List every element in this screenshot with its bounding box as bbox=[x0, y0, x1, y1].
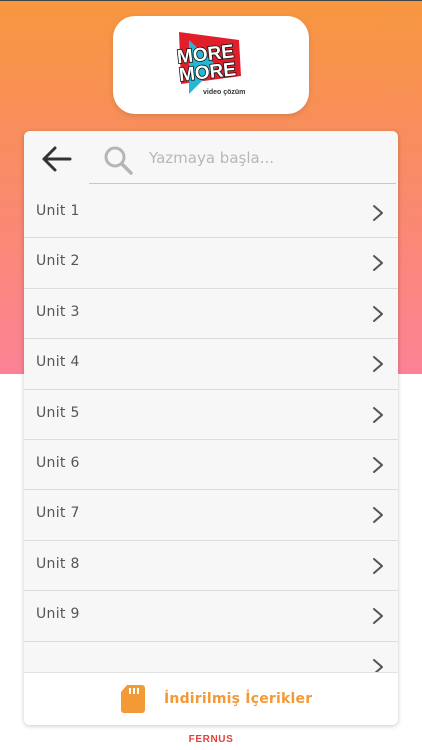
sd-card-icon bbox=[121, 685, 145, 713]
brand-footer-text: FERNUS bbox=[188, 734, 234, 745]
chevron-right-icon bbox=[373, 456, 383, 473]
arrow-left-icon bbox=[42, 146, 72, 172]
search-input[interactable] bbox=[147, 141, 391, 175]
units-panel: Unit 1 Unit 2 Unit 3 Unit 4 Unit 5 Unit … bbox=[24, 131, 398, 725]
search-bar bbox=[24, 131, 398, 187]
list-item-unit-6[interactable]: Unit 6 bbox=[24, 439, 398, 491]
list-item-label: Unit 2 bbox=[36, 253, 80, 270]
chevron-right-icon bbox=[373, 205, 383, 221]
list-item-label: Unit 6 bbox=[36, 454, 80, 471]
list-item-unit-7[interactable]: Unit 7 bbox=[24, 490, 398, 541]
chevron-right-icon bbox=[373, 658, 383, 672]
unit-list: Unit 1 Unit 2 Unit 3 Unit 4 Unit 5 Unit … bbox=[24, 188, 398, 672]
list-item-unit-4[interactable]: Unit 4 bbox=[24, 339, 398, 390]
list-item-label: Unit 5 bbox=[36, 404, 80, 421]
chevron-right-icon bbox=[373, 557, 383, 574]
more-and-more-logo: MORE MORE video çözüm bbox=[175, 32, 245, 96]
chevron-right-icon bbox=[373, 406, 383, 423]
downloads-footer: İndirilmiş İçerikler bbox=[24, 672, 398, 725]
list-item-label: Unit 8 bbox=[36, 555, 80, 572]
list-item-label: Unit 7 bbox=[36, 505, 80, 522]
chevron-right-icon bbox=[373, 507, 383, 524]
chevron-right-icon bbox=[373, 608, 383, 625]
list-item-unit-5[interactable]: Unit 5 bbox=[24, 389, 398, 440]
list-item-unit-9[interactable]: Unit 9 bbox=[24, 591, 398, 642]
logo-card: MORE MORE video çözüm bbox=[113, 16, 309, 114]
list-item-label: Unit 1 bbox=[36, 203, 80, 219]
search-field bbox=[89, 131, 396, 184]
list-item-label: Unit 4 bbox=[36, 354, 80, 371]
list-item-unit-1[interactable]: Unit 1 bbox=[24, 188, 398, 239]
downloaded-content-label: İndirilmiş İçerikler bbox=[164, 691, 313, 707]
top-divider bbox=[0, 0, 422, 1]
list-item-unit-2[interactable]: Unit 2 bbox=[24, 238, 398, 289]
list-item-partial[interactable] bbox=[24, 641, 398, 672]
list-item-unit-3[interactable]: Unit 3 bbox=[24, 288, 398, 340]
chevron-right-icon bbox=[373, 356, 383, 373]
list-item-unit-8[interactable]: Unit 8 bbox=[24, 540, 398, 592]
search-icon bbox=[104, 146, 133, 175]
list-item-label: Unit 9 bbox=[36, 606, 80, 623]
logo-tagline: video çözüm bbox=[203, 89, 245, 96]
chevron-right-icon bbox=[373, 305, 383, 322]
chevron-right-icon bbox=[373, 255, 383, 272]
list-item-label: Unit 3 bbox=[36, 303, 80, 320]
back-button[interactable] bbox=[38, 143, 76, 175]
